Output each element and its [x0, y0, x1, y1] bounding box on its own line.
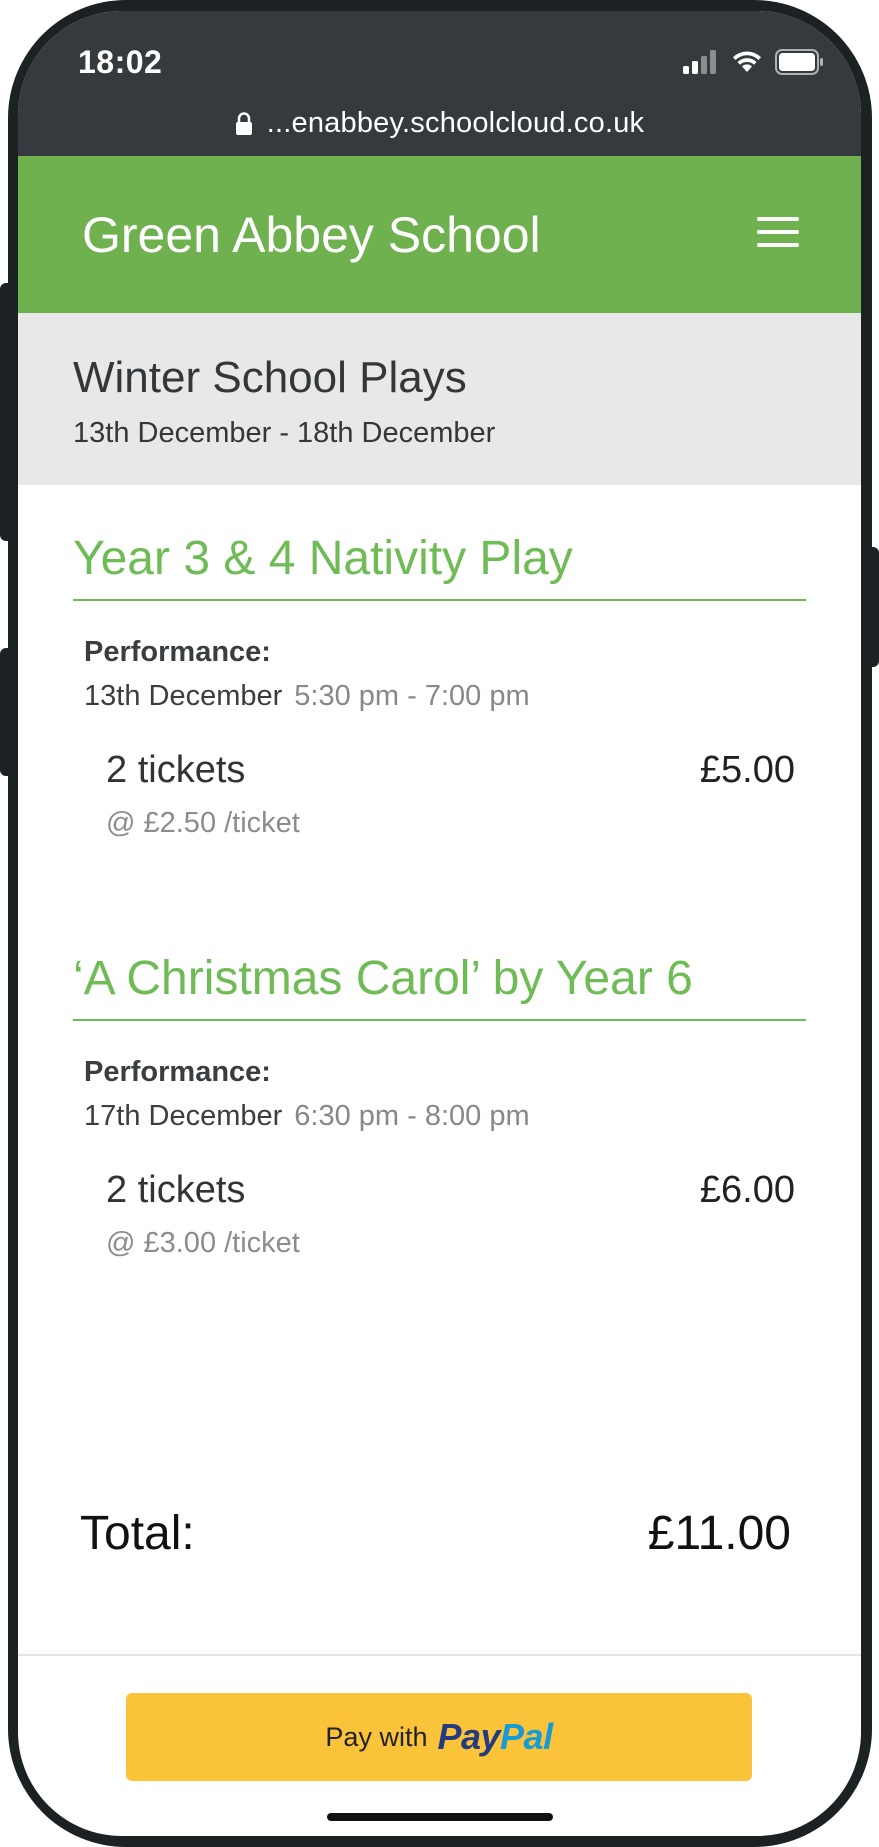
performance-time: 5:30 pm - 7:00 pm	[294, 680, 530, 712]
booking-title-rule	[73, 599, 806, 601]
performance-datetime: 13th December 5:30 pm - 7:00 pm	[84, 680, 530, 713]
ticket-subtotal: £5.00	[699, 749, 795, 791]
ticket-count: 2 tickets	[106, 1169, 246, 1211]
paypal-logo-part2: Pal	[500, 1716, 553, 1757]
event-banner: Winter School Plays 13th December - 18th…	[18, 313, 861, 485]
total-value: £11.00	[647, 1507, 791, 1560]
url-text: ...enabbey.schoolcloud.co.uk	[266, 107, 645, 139]
performance-time: 6:30 pm - 8:00 pm	[294, 1100, 530, 1132]
address-bar[interactable]: ...enabbey.schoolcloud.co.uk	[18, 107, 861, 140]
performance-label: Performance:	[84, 1056, 271, 1088]
hamburger-menu-icon[interactable]	[757, 217, 799, 247]
pay-with-paypal-button[interactable]: Pay with PayPal	[126, 1693, 752, 1781]
app-title: Green Abbey School	[82, 207, 541, 263]
screen: 18:02 ...enabbey.schoolcloud.co.uk Green…	[18, 11, 861, 1836]
paypal-logo-part1: Pay	[437, 1716, 501, 1757]
paypal-button-label: Pay with	[325, 1721, 428, 1752]
lock-icon	[235, 111, 252, 135]
performance-date: 13th December	[84, 680, 283, 712]
wifi-icon	[733, 51, 761, 72]
volume-down-button	[0, 648, 14, 776]
booking-title-rule	[73, 1019, 806, 1021]
app-header: Green Abbey School	[18, 156, 861, 313]
ticket-unit-price: @ £3.00 /ticket	[106, 1227, 300, 1259]
performance-date: 17th December	[84, 1100, 283, 1132]
status-bar: 18:02 ...enabbey.schoolcloud.co.uk	[18, 11, 861, 156]
paypal-logo: PayPal	[437, 1716, 553, 1758]
status-time: 18:02	[78, 44, 163, 80]
ticket-unit-price: @ £2.50 /ticket	[106, 807, 300, 839]
volume-up-button	[0, 283, 14, 541]
home-indicator[interactable]	[327, 1813, 553, 1821]
status-icons	[683, 47, 825, 77]
total-label: Total:	[80, 1507, 195, 1560]
event-title: Winter School Plays	[73, 353, 467, 402]
performance-label: Performance:	[84, 636, 271, 668]
event-dates: 13th December - 18th December	[73, 417, 496, 449]
performance-datetime: 17th December 6:30 pm - 8:00 pm	[84, 1100, 530, 1133]
power-button	[865, 547, 879, 667]
booking-title: Year 3 & 4 Nativity Play	[73, 532, 573, 585]
ticket-subtotal: £6.00	[699, 1169, 795, 1211]
ticket-count: 2 tickets	[106, 749, 246, 791]
signal-icon	[683, 50, 716, 74]
battery-icon	[775, 49, 823, 75]
booking-title: ‘A Christmas Carol’ by Year 6	[73, 952, 693, 1005]
footer-divider	[18, 1654, 861, 1656]
